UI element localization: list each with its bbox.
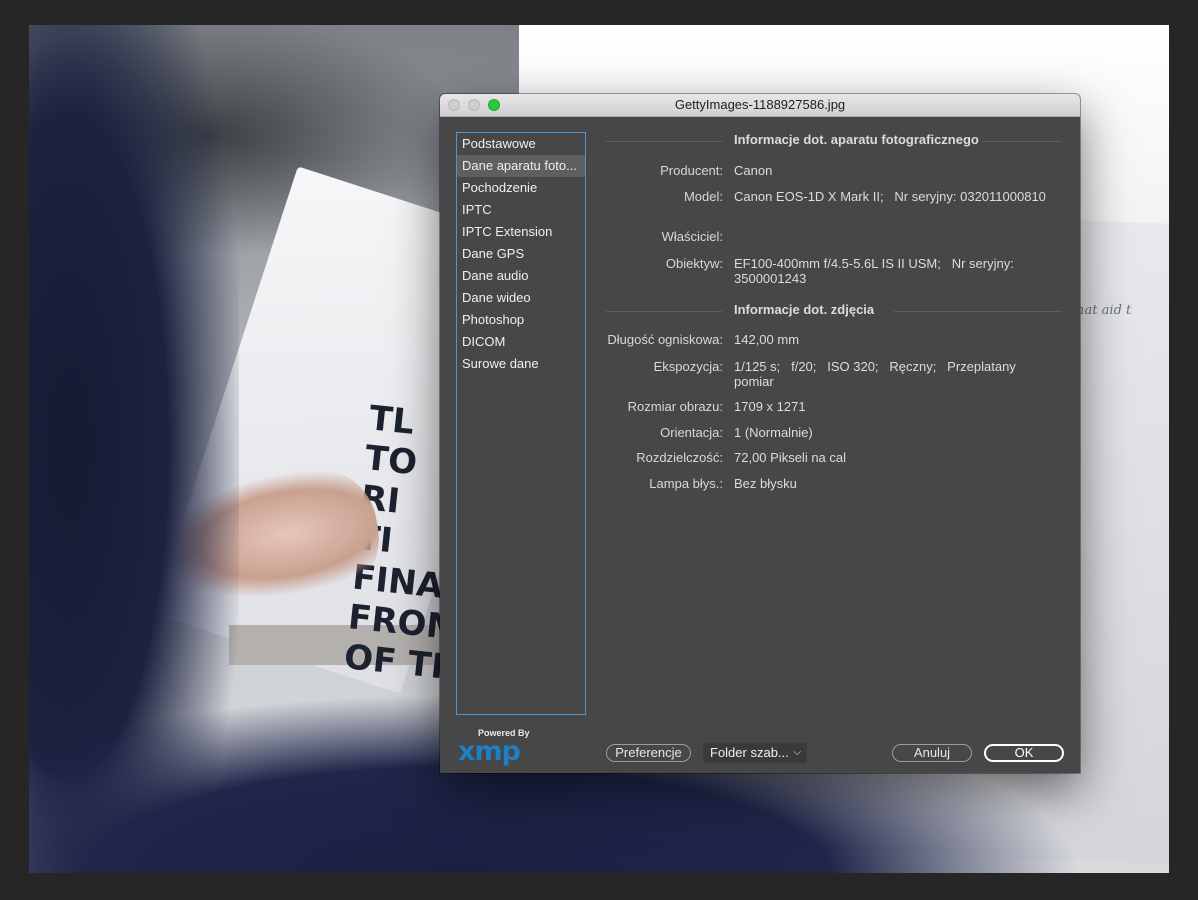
camera-section-title: Informacje dot. aparatu fotograficznego xyxy=(734,132,979,147)
sidebar-item-iptc[interactable]: IPTC xyxy=(457,199,585,221)
sidebar-item-photoshop[interactable]: Photoshop xyxy=(457,309,585,331)
row-value: 72,00 Pikseli na cal xyxy=(734,450,847,465)
section-divider xyxy=(894,311,1062,312)
sidebar-item-dane-aparatu[interactable]: Dane aparatu foto... xyxy=(457,155,585,177)
row-label: Długość ogniskowa: xyxy=(607,332,723,347)
row-value: 1709 x 1271 xyxy=(734,399,806,414)
xmp-logo: xmp xyxy=(458,736,521,767)
photo-section-title: Informacje dot. zdjęcia xyxy=(734,302,875,317)
file-info-dialog: GettyImages-1188927586.jpg Podstawowe Da… xyxy=(440,94,1080,773)
row-value: Canon xyxy=(734,163,773,178)
title-bar[interactable]: GettyImages-1188927586.jpg xyxy=(440,94,1080,117)
row-value: 1/125 s; f/20; ISO 320; Ręczny; Przeplat… xyxy=(734,359,1020,389)
template-folder-label: Folder szab... xyxy=(710,745,789,760)
sidebar-item-dane-gps[interactable]: Dane GPS xyxy=(457,243,585,265)
window-title: GettyImages-1188927586.jpg xyxy=(674,97,846,112)
sidebar-item-surowe-dane[interactable]: Surowe dane xyxy=(457,353,585,375)
row-value: Bez błysku xyxy=(734,476,797,491)
chevron-down-icon: ⌵ xyxy=(793,747,801,758)
sidebar-item-pochodzenie[interactable]: Pochodzenie xyxy=(457,177,585,199)
category-sidebar: Podstawowe Dane aparatu foto... Pochodze… xyxy=(456,132,586,715)
preferences-button[interactable]: Preferencje xyxy=(606,744,691,762)
row-label: Rozdzielczość: xyxy=(636,450,723,465)
xmp-branding: Powered By xmp xyxy=(458,728,548,767)
ok-button[interactable]: OK xyxy=(984,744,1064,762)
row-label: Właściciel: xyxy=(661,229,723,244)
row-label: Ekspozycja: xyxy=(653,359,723,374)
row-value: 142,00 mm xyxy=(734,332,800,347)
row-label: Model: xyxy=(683,189,723,204)
cancel-button[interactable]: Anuluj xyxy=(892,744,972,762)
row-label: Orientacja: xyxy=(660,425,723,440)
row-value: 1 (Normalnie) xyxy=(734,425,813,440)
section-divider xyxy=(606,141,722,142)
sidebar-item-podstawowe[interactable]: Podstawowe xyxy=(457,133,585,155)
sidebar-item-dicom[interactable]: DICOM xyxy=(457,331,585,353)
sidebar-item-dane-wideo[interactable]: Dane wideo xyxy=(457,287,585,309)
section-divider xyxy=(982,141,1062,142)
section-divider xyxy=(606,311,722,312)
row-value: Canon EOS-1D X Mark II; Nr seryjny: 0320… xyxy=(734,189,1046,204)
sidebar-item-dane-audio[interactable]: Dane audio xyxy=(457,265,585,287)
row-label: Rozmiar obrazu: xyxy=(627,399,723,414)
template-folder-dropdown[interactable]: Folder szab... ⌵ xyxy=(703,743,807,763)
row-value: EF100-400mm f/4.5-5.6L IS II USM; Nr ser… xyxy=(734,256,1018,286)
sidebar-item-iptc-extension[interactable]: IPTC Extension xyxy=(457,221,585,243)
row-label: Obiektyw: xyxy=(665,256,723,271)
camera-section-header: Informacje dot. aparatu fotograficznego xyxy=(606,132,1062,150)
photo-section-header: Informacje dot. zdjęcia xyxy=(606,302,1062,320)
row-label: Lampa błys.: xyxy=(649,476,723,491)
row-label: Producent: xyxy=(660,163,723,178)
